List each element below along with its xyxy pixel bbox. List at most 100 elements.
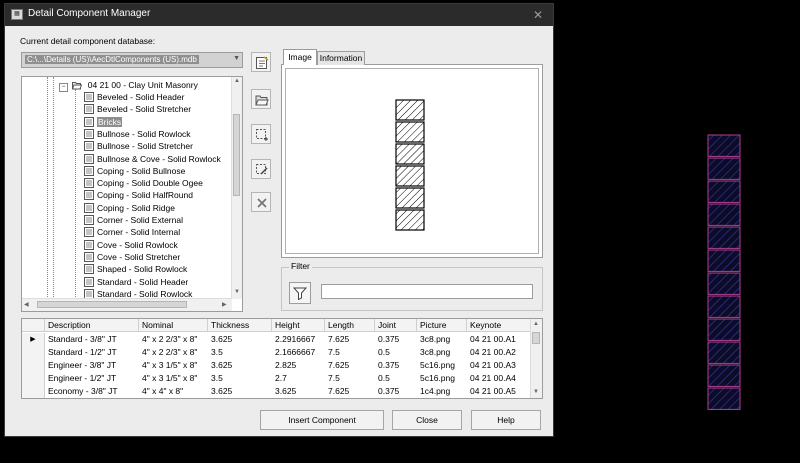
tree-item[interactable]: Corner - Solid External xyxy=(84,214,183,226)
new-component-button[interactable] xyxy=(251,52,271,72)
tab-information[interactable]: Information xyxy=(317,51,365,65)
column-header[interactable]: Joint xyxy=(375,319,417,332)
tree-item-label: Corner - Solid Internal xyxy=(97,227,181,238)
delete-component-button[interactable] xyxy=(251,192,271,212)
scroll-thumb[interactable] xyxy=(532,332,540,344)
tree-item[interactable]: Bullnose - Solid Stretcher xyxy=(84,140,193,152)
tree-item-label: Standard - Solid Header xyxy=(97,276,189,287)
scroll-thumb[interactable] xyxy=(37,301,187,308)
drawing-brick[interactable] xyxy=(707,249,741,272)
scroll-up-icon[interactable]: ▲ xyxy=(234,78,240,84)
component-icon xyxy=(84,178,94,189)
filter-input[interactable] xyxy=(321,284,533,299)
drawing-brick[interactable] xyxy=(707,318,741,341)
tree-item[interactable]: Coping - Solid HalfRound xyxy=(84,189,193,201)
table-row[interactable]: Engineer - 1/2" JT 4" x 3 1/5" x 8" 3.5 2.7… xyxy=(22,372,532,385)
scroll-right-icon[interactable]: ▶ xyxy=(222,301,227,308)
column-header[interactable]: Keynote xyxy=(467,319,532,332)
drawing-brick[interactable] xyxy=(707,387,741,410)
table-vertical-scrollbar[interactable]: ▲ ▼ xyxy=(530,319,542,398)
close-button[interactable]: Close xyxy=(392,410,462,430)
table-row[interactable]: Economy - 3/8" JT 4" x 4" x 8" 3.625 3.625 7… xyxy=(22,385,532,398)
tree-item[interactable]: Coping - Solid Bullnose xyxy=(84,165,185,177)
scroll-left-icon[interactable]: ◀ xyxy=(24,301,29,308)
row-header-corner xyxy=(22,319,45,332)
drawing-brick[interactable] xyxy=(707,364,741,387)
row-header[interactable] xyxy=(22,346,45,359)
tree-item-label: Bullnose - Solid Stretcher xyxy=(97,141,193,152)
component-icon xyxy=(84,239,94,250)
component-tree[interactable]: − 04 21 00 - Clay Unit Masonry Beveled -… xyxy=(21,76,243,312)
table-cell: 04 21 00.A4 xyxy=(470,373,516,383)
tree-item[interactable]: Cove - Solid Stretcher xyxy=(84,251,180,263)
component-table[interactable]: Description Nominal Thickness Height Length J… xyxy=(21,318,543,399)
table-cell: 4" x 2 2/3" x 8" xyxy=(142,334,198,344)
row-header[interactable] xyxy=(22,359,45,372)
tree-item[interactable]: Beveled - Solid Header xyxy=(84,91,184,103)
table-row[interactable]: Standard - 1/2" JT 4" x 2 2/3" x 8" 3.5 2.1… xyxy=(22,346,532,359)
column-header[interactable]: Length xyxy=(325,319,375,332)
tree-guide-line xyxy=(53,77,54,299)
tree-item[interactable]: Beveled - Solid Stretcher xyxy=(84,103,191,115)
drawing-brick[interactable] xyxy=(707,157,741,180)
table-cell: 2.1666667 xyxy=(275,347,316,357)
chevron-down-icon[interactable]: ▼ xyxy=(233,55,240,62)
help-button[interactable]: Help xyxy=(471,410,541,430)
table-cell: 3.625 xyxy=(211,334,233,344)
tree-item[interactable]: Bricks xyxy=(84,116,123,128)
filter-label: Filter xyxy=(289,261,312,271)
tree-horizontal-scrollbar[interactable]: ◀ ▶ xyxy=(22,298,232,311)
column-header[interactable]: Thickness xyxy=(208,319,272,332)
edit-component-button[interactable] xyxy=(251,159,271,179)
tree-item[interactable]: Cove - Solid Rowlock xyxy=(84,239,178,251)
drawing-brick[interactable] xyxy=(707,180,741,203)
scroll-up-icon[interactable]: ▲ xyxy=(533,321,539,327)
drawing-brick[interactable] xyxy=(707,272,741,295)
funnel-icon xyxy=(293,287,307,300)
tree-item[interactable]: Standard - Solid Header xyxy=(84,276,188,288)
column-header[interactable]: Nominal xyxy=(139,319,208,332)
tree-item[interactable]: Coping - Solid Double Ogee xyxy=(84,177,203,189)
table-cell: 7.625 xyxy=(328,386,350,396)
row-header[interactable] xyxy=(22,385,45,398)
table-cell: 3.625 xyxy=(211,386,233,396)
database-combobox[interactable]: C:\...\Details (US)\AecDtlComponents (US… xyxy=(21,52,243,68)
table-cell: 0.375 xyxy=(378,360,400,370)
tree-item[interactable]: Shaped - Solid Rowlock xyxy=(84,263,187,275)
tree-item[interactable]: Coping - Solid Ridge xyxy=(84,202,175,214)
tree-item-label: Cove - Solid Stretcher xyxy=(97,251,181,262)
tab-image[interactable]: Image xyxy=(283,49,317,65)
column-header[interactable]: Height xyxy=(272,319,325,332)
scroll-down-icon[interactable]: ▼ xyxy=(234,289,240,295)
insert-component-button[interactable]: Insert Component xyxy=(260,410,384,430)
tree-item-label: Cove - Solid Rowlock xyxy=(97,239,178,250)
close-icon[interactable]: ✕ xyxy=(529,6,547,24)
preview-brick xyxy=(395,209,425,231)
tree-item[interactable]: Bullnose & Cove - Solid Rowlock xyxy=(84,153,221,165)
collapse-icon[interactable]: − xyxy=(59,83,68,92)
tree-item[interactable]: Bullnose - Solid Rowlock xyxy=(84,128,191,140)
open-folder-button[interactable] xyxy=(251,89,271,109)
add-component-button[interactable] xyxy=(251,124,271,144)
tree-vertical-scrollbar[interactable]: ▲ ▼ xyxy=(231,77,242,299)
title-bar[interactable]: ▦ Detail Component Manager ✕ xyxy=(5,4,553,26)
drawing-brick[interactable] xyxy=(707,295,741,318)
column-header[interactable]: Description xyxy=(45,319,139,332)
table-row[interactable]: ▶ Standard - 3/8" JT 4" x 2 2/3" x 8" 3.625… xyxy=(22,333,532,346)
tree-item-parent[interactable]: − 04 21 00 - Clay Unit Masonry xyxy=(59,79,198,92)
scroll-thumb[interactable] xyxy=(233,114,240,196)
table-cell: Economy - 3/8" JT xyxy=(48,386,118,396)
tree-item[interactable]: Corner - Solid Internal xyxy=(84,226,180,238)
column-header[interactable]: Picture xyxy=(417,319,467,332)
component-icon xyxy=(84,202,94,213)
drawing-brick[interactable] xyxy=(707,226,741,249)
row-header[interactable]: ▶ xyxy=(22,333,45,346)
drawing-brick[interactable] xyxy=(707,134,741,157)
drawing-brick[interactable] xyxy=(707,341,741,364)
filter-button[interactable] xyxy=(289,282,311,304)
drawing-brick[interactable] xyxy=(707,203,741,226)
scroll-down-icon[interactable]: ▼ xyxy=(533,389,539,395)
table-row[interactable]: Engineer - 3/8" JT 4" x 3 1/5" x 8" 3.625 2… xyxy=(22,359,532,372)
row-header[interactable] xyxy=(22,372,45,385)
table-cell: 5c16.png xyxy=(420,373,455,383)
